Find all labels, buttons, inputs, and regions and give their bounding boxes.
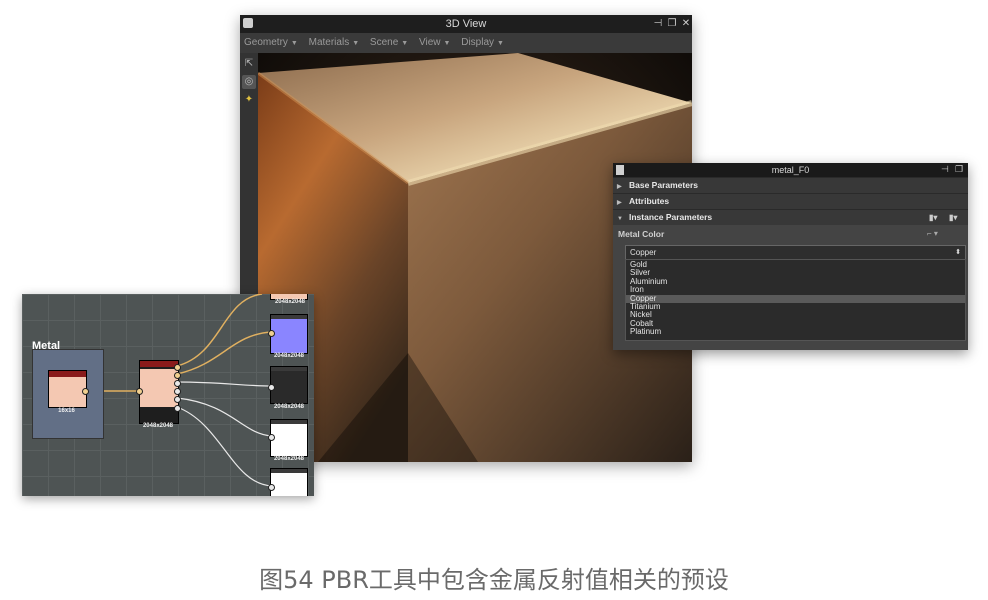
function-icon[interactable]: ⌐ ▾ xyxy=(927,229,938,238)
figure-caption: 图54 PBR工具中包含金属反射值相关的预设 xyxy=(259,566,729,594)
node-thumbnail xyxy=(140,369,178,407)
output-node-normal-size: 2048x2048 xyxy=(273,353,305,359)
menu-geometry[interactable]: Geometry ▼ xyxy=(244,33,298,54)
maximize-icon[interactable]: ❐ xyxy=(955,164,963,175)
folder-icon[interactable]: ▮▾ xyxy=(949,210,957,225)
menu-scene[interactable]: Scene ▼ xyxy=(370,33,408,54)
preset-icon[interactable]: ▮▾ xyxy=(929,210,937,225)
output-node-metallic-size: 2048x2048 xyxy=(273,456,305,462)
filter-output-port-1[interactable] xyxy=(174,364,181,371)
cube-icon xyxy=(243,18,253,28)
output-input-port-3[interactable] xyxy=(268,434,275,441)
section-attributes[interactable]: ▶ Attributes xyxy=(613,193,968,209)
window-title: 3D View xyxy=(445,18,487,30)
menu-view[interactable]: View ▼ xyxy=(419,33,450,54)
source-node[interactable] xyxy=(48,370,87,408)
node-header xyxy=(140,361,178,367)
menu-materials[interactable]: Materials ▼ xyxy=(309,33,360,54)
output-input-port-1[interactable] xyxy=(268,330,275,337)
node-graph[interactable]: Metal 16x16 2048x2048 2048x2048 2048x204… xyxy=(22,294,314,496)
filter-output-port-2[interactable] xyxy=(174,372,181,379)
filter-output-port-6[interactable] xyxy=(174,405,181,412)
menu-bar: Geometry ▼ Materials ▼ Scene ▼ View ▼ Displa… xyxy=(240,33,692,53)
source-node-size: 16x16 xyxy=(58,408,75,414)
frame-title: Metal xyxy=(32,340,61,352)
filter-node-size: 2048x2048 xyxy=(142,423,174,429)
filter-output-port-3[interactable] xyxy=(174,380,181,387)
parameters-panel: metal_F0 ⊣ ❐ ▶ Base Parameters ▶ Attribute… xyxy=(613,163,968,350)
filter-node[interactable] xyxy=(139,360,179,424)
collapse-arrow-icon: ▼ xyxy=(617,216,623,222)
pin-icon[interactable]: ⊣ xyxy=(941,164,949,175)
filter-input-port[interactable] xyxy=(136,388,143,395)
panel-title: metal_F0 xyxy=(771,165,810,175)
node-thumbnail xyxy=(49,377,86,407)
dropdown-value: Copper xyxy=(630,248,657,257)
output-node-basecolor-top-label: 2048x2048 xyxy=(274,299,306,305)
source-output-port[interactable] xyxy=(82,388,89,395)
metal-color-dropdown[interactable]: Copper ⬍ xyxy=(625,245,966,260)
menu-display[interactable]: Display ▼ xyxy=(461,33,504,54)
metal-color-label: Metal Color xyxy=(618,229,665,239)
light-icon[interactable]: ✦ xyxy=(242,93,256,107)
section-instance-parameters[interactable]: ▼ Instance Parameters ▮▾ ▮▾ xyxy=(613,209,968,225)
filter-output-port-5[interactable] xyxy=(174,396,181,403)
output-node-roughness-size: 2048x2048 xyxy=(273,404,305,410)
pin-icon[interactable]: ⊣ xyxy=(652,17,664,31)
3d-view-titlebar: 3D View xyxy=(240,15,692,33)
output-input-port-4[interactable] xyxy=(268,484,275,491)
updown-chevron-icon: ⬍ xyxy=(955,249,961,256)
output-node-normal[interactable] xyxy=(270,314,308,354)
dropdown-options: Gold Silver Aluminium Iron Copper Titani… xyxy=(625,259,966,341)
close-icon[interactable]: ✕ xyxy=(680,17,692,31)
camera-icon[interactable]: ◎ xyxy=(242,75,256,89)
document-icon xyxy=(616,165,624,175)
output-node-roughness[interactable] xyxy=(270,366,308,404)
maximize-icon[interactable]: ❐ xyxy=(666,17,678,31)
option-platinum[interactable]: Platinum xyxy=(630,327,661,336)
output-node-height[interactable] xyxy=(270,468,308,496)
output-node-metallic[interactable] xyxy=(270,419,308,457)
section-base-parameters[interactable]: ▶ Base Parameters xyxy=(613,177,968,193)
panel-titlebar: metal_F0 xyxy=(613,163,968,177)
export-icon[interactable]: ⇱ xyxy=(242,57,256,71)
output-input-port-2[interactable] xyxy=(268,384,275,391)
filter-output-port-4[interactable] xyxy=(174,388,181,395)
option-copper[interactable]: Copper xyxy=(626,294,965,303)
